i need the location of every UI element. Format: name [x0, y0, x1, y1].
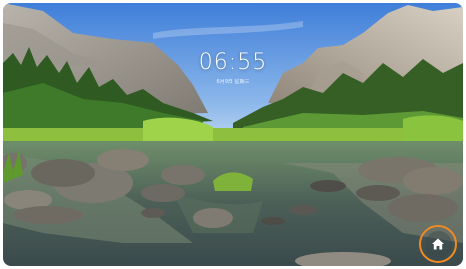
home-icon — [432, 238, 444, 250]
clock: 06:55 6月9日 星期三 — [3, 50, 463, 86]
wallpaper-image — [3, 3, 463, 266]
home-button-face[interactable] — [424, 230, 452, 258]
clock-time: 06:55 — [198, 50, 268, 75]
lock-screen: 06:55 6月9日 星期三 — [3, 3, 463, 266]
home-button[interactable] — [419, 225, 457, 263]
clock-date: 6月9日 星期三 — [216, 79, 250, 85]
